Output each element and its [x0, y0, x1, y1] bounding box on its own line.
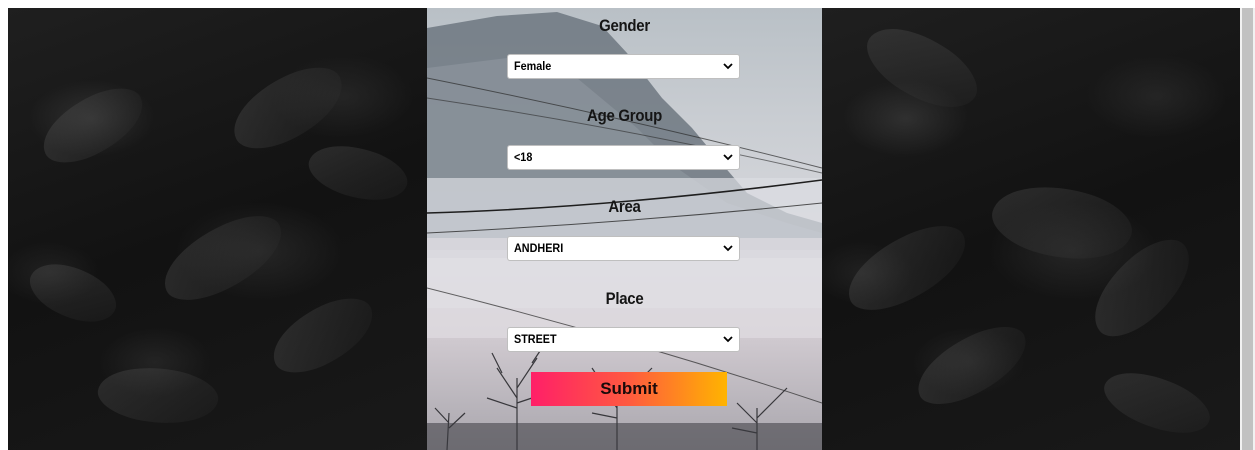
area-select-value: ANDHERI	[514, 241, 564, 255]
background-leaves-right	[822, 8, 1240, 450]
age-group-select[interactable]: <18	[507, 145, 740, 170]
gender-label: Gender	[599, 16, 650, 35]
place-select[interactable]: STREET	[507, 327, 740, 352]
age-group-select-value: <18	[514, 150, 533, 164]
chevron-down-icon	[723, 336, 733, 343]
vertical-scrollbar[interactable]	[1240, 8, 1255, 450]
gender-select[interactable]: Female	[507, 54, 740, 79]
gender-select-value: Female	[514, 59, 552, 73]
form-panel: Gender Female Age Group <18 Area ANDHERI…	[427, 8, 822, 450]
scrollbar-thumb[interactable]	[1242, 8, 1253, 450]
submit-button[interactable]: Submit	[531, 372, 727, 406]
background-leaves-left	[8, 8, 427, 450]
area-select[interactable]: ANDHERI	[507, 236, 740, 261]
place-label: Place	[605, 289, 644, 308]
place-select-value: STREET	[514, 332, 557, 346]
chevron-down-icon	[723, 63, 733, 70]
area-label: Area	[608, 197, 641, 216]
age-group-label: Age Group	[587, 106, 662, 125]
page-viewport: Gender Female Age Group <18 Area ANDHERI…	[8, 8, 1240, 450]
chevron-down-icon	[723, 245, 733, 252]
chevron-down-icon	[723, 154, 733, 161]
